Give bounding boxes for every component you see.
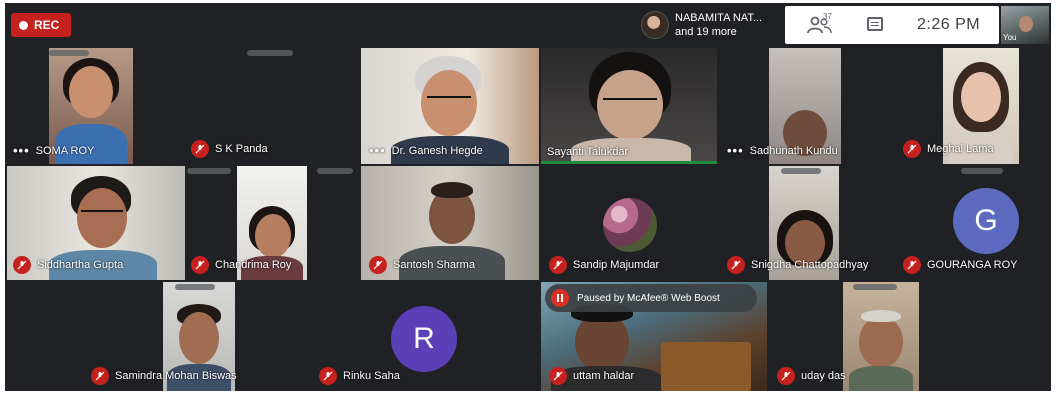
meeting-tray: 37 2:26 PM: [785, 6, 999, 44]
participant-label: Sayanti Talukdar: [547, 146, 628, 158]
presenter-info[interactable]: NABAMITA NAT... and 19 more: [641, 7, 781, 43]
speaking-indicator: [541, 161, 717, 164]
participant-label: Sandip Majumdar: [549, 256, 659, 274]
participant-label: Siddhartha Gupta: [13, 256, 123, 274]
more-options-icon[interactable]: •••: [727, 143, 744, 158]
top-bar: REC NABAMITA NAT... and 19 more 37 2:26 …: [5, 3, 1051, 47]
participant-label: Meghal Lama: [903, 140, 994, 158]
self-view-tile[interactable]: You: [1001, 6, 1049, 44]
mic-off-icon: [13, 256, 31, 274]
participant-name: Sayanti Talukdar: [547, 146, 629, 158]
participant-name: Sandip Majumdar: [573, 259, 660, 271]
participant-tile[interactable]: G Sandip Majumdar Snigdha Chattopadhyay …: [541, 166, 1049, 280]
self-view-person: [1019, 16, 1033, 32]
participant-avatar: G: [953, 188, 1019, 254]
participant-tile[interactable]: ••• SOMA ROY S K Panda: [7, 48, 359, 164]
participant-name: Rinku Saha: [343, 370, 400, 382]
participant-tile[interactable]: Santosh Sharma: [361, 166, 539, 280]
participant-label: Santosh Sharma: [369, 256, 475, 274]
participant-name: Meghal Lama: [927, 143, 994, 155]
participant-label: Snigdha Chattopadhyay: [727, 256, 868, 274]
participant-tile[interactable]: Sayanti Talukdar: [541, 48, 717, 164]
participant-avatar: R: [391, 306, 457, 372]
mic-off-icon: [727, 256, 745, 274]
mic-off-icon: [903, 256, 921, 274]
avatar-initial: R: [413, 322, 435, 355]
presenter-text: NABAMITA NAT... and 19 more: [675, 11, 762, 39]
mic-off-icon: [369, 256, 387, 274]
participant-name: uday das: [801, 370, 846, 382]
people-count: 37: [823, 12, 832, 21]
record-dot-icon: [19, 20, 28, 30]
mic-off-icon: [777, 367, 795, 385]
participant-label: Samindra Mohan Biswas: [91, 367, 237, 385]
participant-tile[interactable]: ••• Sadhunath Kundu Meghal Lama: [719, 48, 1049, 164]
participant-name: uttam haldar: [573, 370, 635, 382]
participant-name: Snigdha Chattopadhyay: [751, 259, 869, 271]
presenter-avatar: [641, 11, 669, 39]
more-options-icon[interactable]: •••: [13, 143, 30, 158]
participant-name: Santosh Sharma: [393, 259, 475, 271]
mic-off-icon: [91, 367, 109, 385]
participant-label: Rinku Saha: [319, 367, 400, 385]
participant-name: SOMA ROY: [35, 144, 95, 157]
participant-name: Chandrima Roy: [215, 259, 292, 271]
participant-label: uttam haldar: [549, 367, 634, 385]
participant-name: Sadhunath Kundu: [749, 144, 838, 157]
participant-tile[interactable]: uday das: [769, 282, 1049, 391]
participant-name: Samindra Mohan Biswas: [115, 370, 237, 382]
participant-name: Siddhartha Gupta: [37, 259, 124, 271]
participant-label: ••• SOMA ROY: [13, 143, 94, 158]
chat-icon[interactable]: [867, 17, 883, 31]
self-view-label: You: [1003, 33, 1017, 42]
mic-off-icon: [191, 140, 209, 158]
clock-time: 2:26 PM: [917, 16, 981, 33]
mic-off-icon: [191, 256, 209, 274]
mic-off-icon: [319, 367, 337, 385]
mic-off-icon: [903, 140, 921, 158]
participant-label: Chandrima Roy: [191, 256, 291, 274]
participant-tile[interactable]: R Samindra Mohan Biswas Rinku Saha: [7, 282, 539, 391]
participant-avatar: [603, 198, 657, 252]
avatar-initial: G: [974, 204, 998, 237]
participant-name: S K Panda: [215, 143, 268, 155]
recording-indicator[interactable]: REC: [11, 13, 71, 37]
recording-label: REC: [34, 18, 60, 32]
participant-tile[interactable]: Siddhartha Gupta Chandrima Roy: [7, 166, 359, 280]
paused-banner-text: Paused by McAfee® Web Boost: [577, 292, 720, 304]
participant-label: ••• Sadhunath Kundu: [727, 143, 838, 158]
presenter-name: NABAMITA NAT...: [675, 12, 762, 24]
participant-label: uday das: [777, 367, 846, 385]
participant-label: GOURANGA ROY: [903, 256, 1017, 274]
participant-tile[interactable]: ••• Dr. Ganesh Hegde: [361, 48, 539, 164]
participant-label: ••• Dr. Ganesh Hegde: [369, 143, 483, 158]
participant-name: GOURANGA ROY: [927, 259, 1018, 271]
mic-off-icon: [549, 367, 567, 385]
paused-banner[interactable]: Paused by McAfee® Web Boost: [545, 284, 757, 312]
presenter-more: and 19 more: [675, 26, 737, 38]
meet-window: REC NABAMITA NAT... and 19 more 37 2:26 …: [5, 3, 1051, 391]
more-options-icon[interactable]: •••: [369, 143, 386, 158]
mic-off-icon: [549, 256, 567, 274]
video-feed: [843, 282, 919, 391]
participant-name: Dr. Ganesh Hegde: [391, 144, 483, 157]
participant-label: S K Panda: [191, 140, 268, 158]
pause-icon[interactable]: [551, 289, 569, 307]
